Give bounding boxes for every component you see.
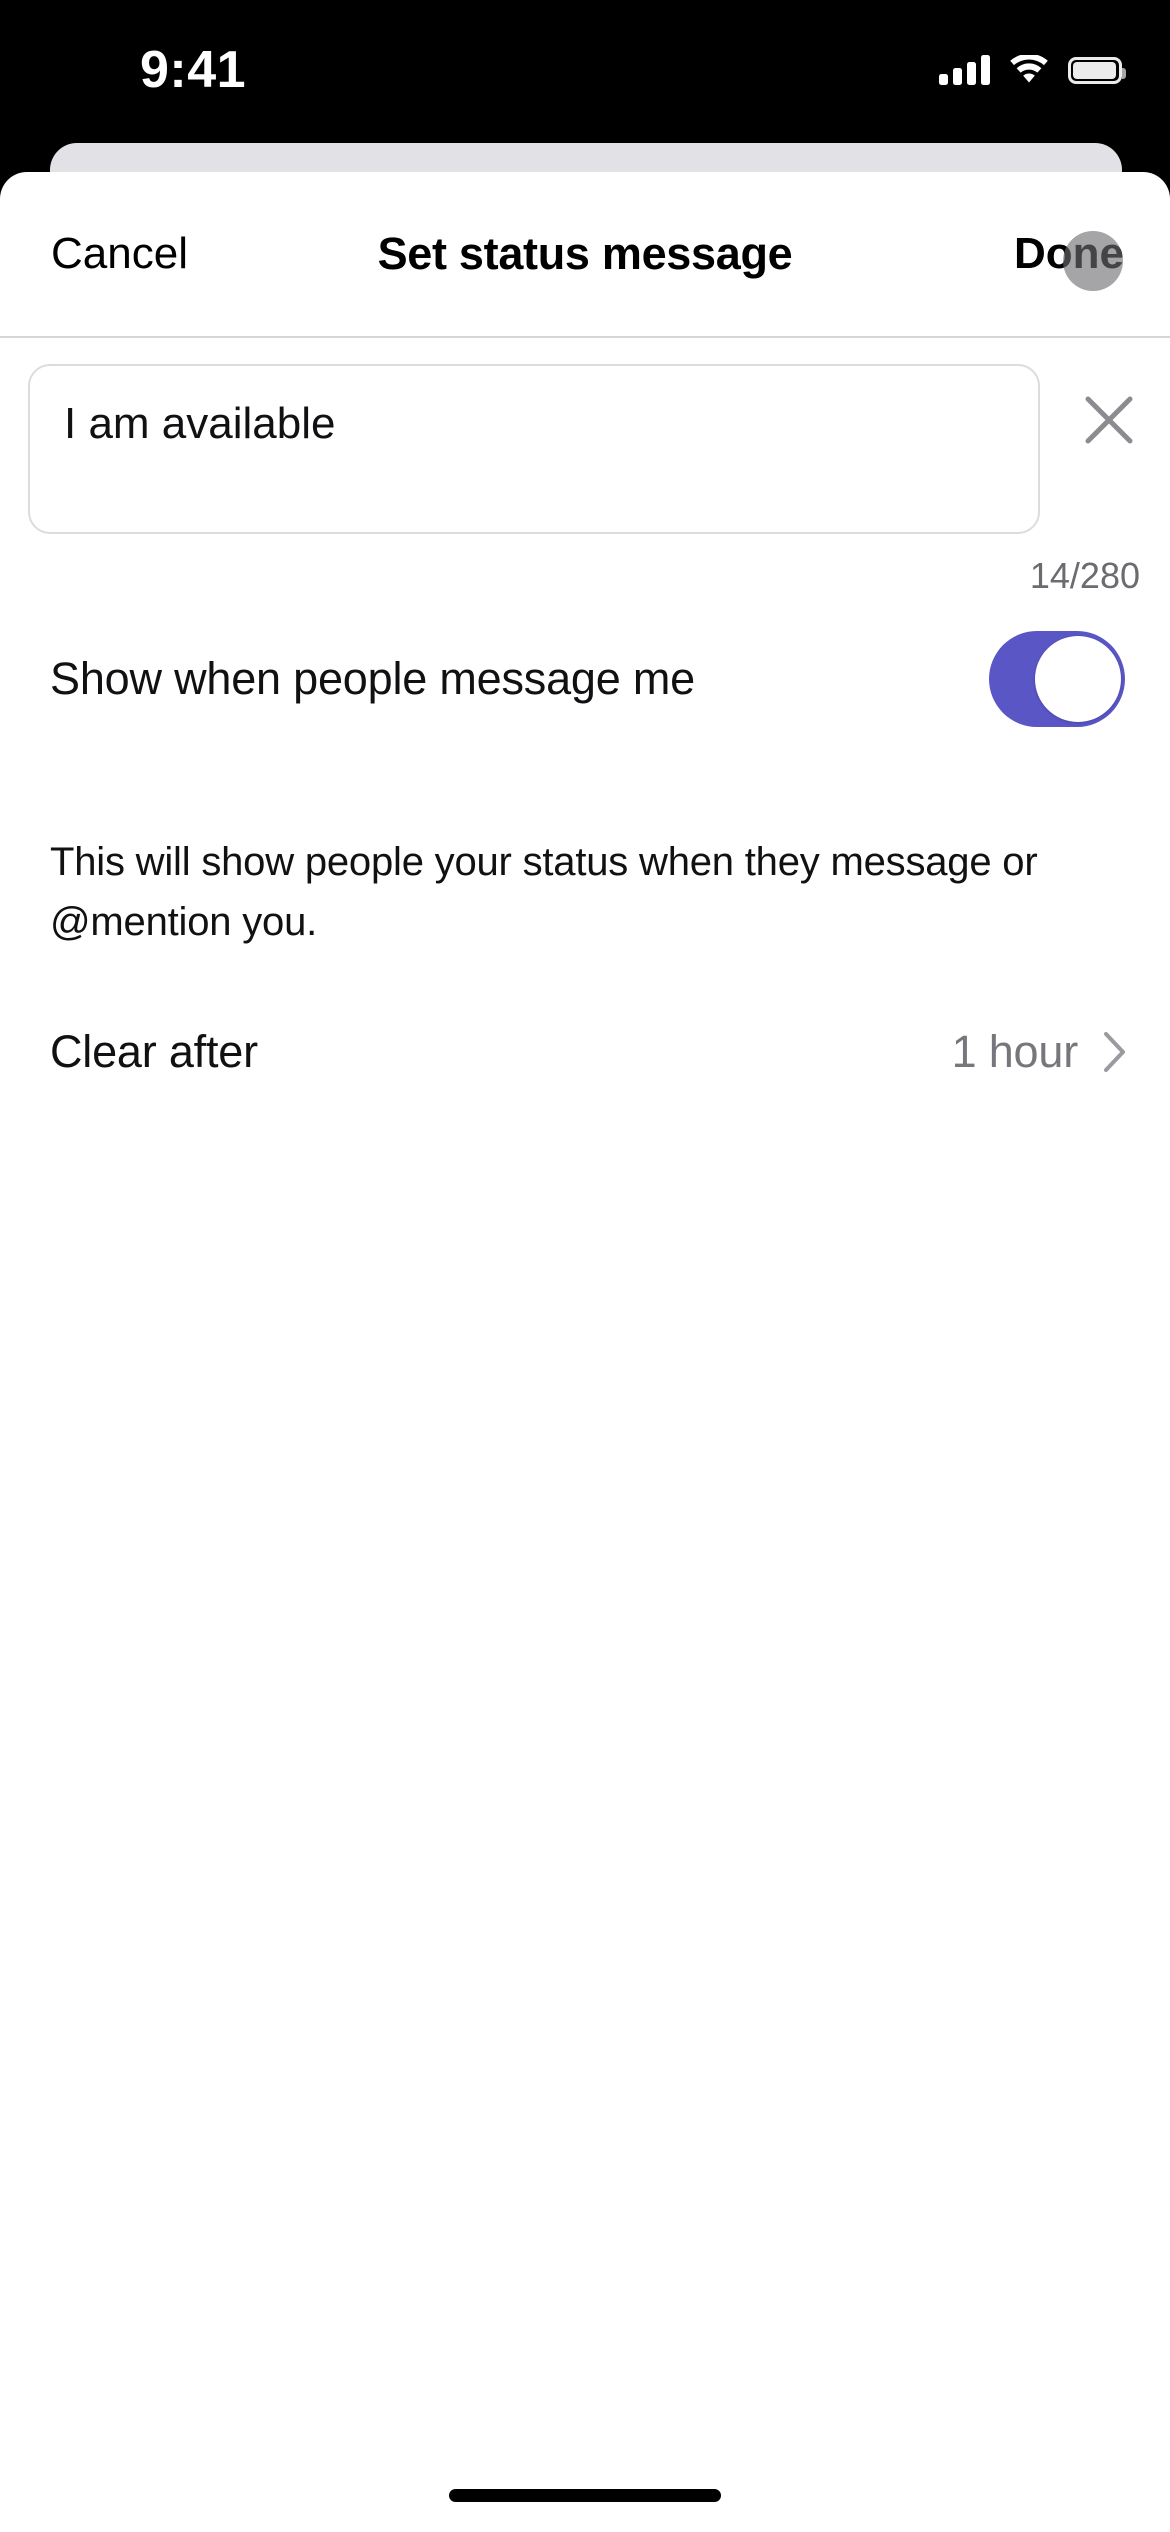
sheet-nav-bar: Cancel Set status message Done <box>0 172 1170 338</box>
cellular-bars-icon <box>939 55 990 85</box>
home-indicator <box>449 2489 721 2502</box>
set-status-sheet: Cancel Set status message Done 14/280 Sh… <box>0 172 1170 2532</box>
setting-description: This will show people your status when t… <box>50 840 1038 944</box>
show-when-messaged-toggle[interactable] <box>989 631 1125 727</box>
toggle-label: Show when people message me <box>50 653 695 704</box>
clear-after-label: Clear after <box>50 1026 258 1077</box>
chevron-right-icon <box>1102 1030 1128 1074</box>
wifi-icon <box>1009 55 1049 85</box>
nav-divider <box>0 336 1170 338</box>
clear-after-value: 1 hour <box>951 1026 1079 1077</box>
battery-icon <box>1068 56 1126 84</box>
status-message-input[interactable] <box>28 364 1040 534</box>
status-bar: 9:41 <box>0 0 1170 142</box>
status-field-container <box>0 362 1170 552</box>
done-button[interactable]: Done <box>998 172 1140 336</box>
page-title: Set status message <box>377 228 793 279</box>
close-x-icon[interactable] <box>1081 392 1137 448</box>
toggle-knob <box>1035 636 1121 722</box>
status-bar-indicators <box>939 47 1126 93</box>
show-when-messaged-row[interactable]: Show when people message me <box>0 624 1170 734</box>
character-counter: 14/280 <box>1029 555 1140 596</box>
clear-after-row[interactable]: Clear after 1 hour <box>0 1000 1170 1104</box>
phone-screen: 9:41 Cancel Set status message Done I am… <box>0 0 1170 2532</box>
clear-after-value-group: 1 hour <box>952 1026 1128 1078</box>
status-bar-time: 9:41 <box>140 41 247 99</box>
